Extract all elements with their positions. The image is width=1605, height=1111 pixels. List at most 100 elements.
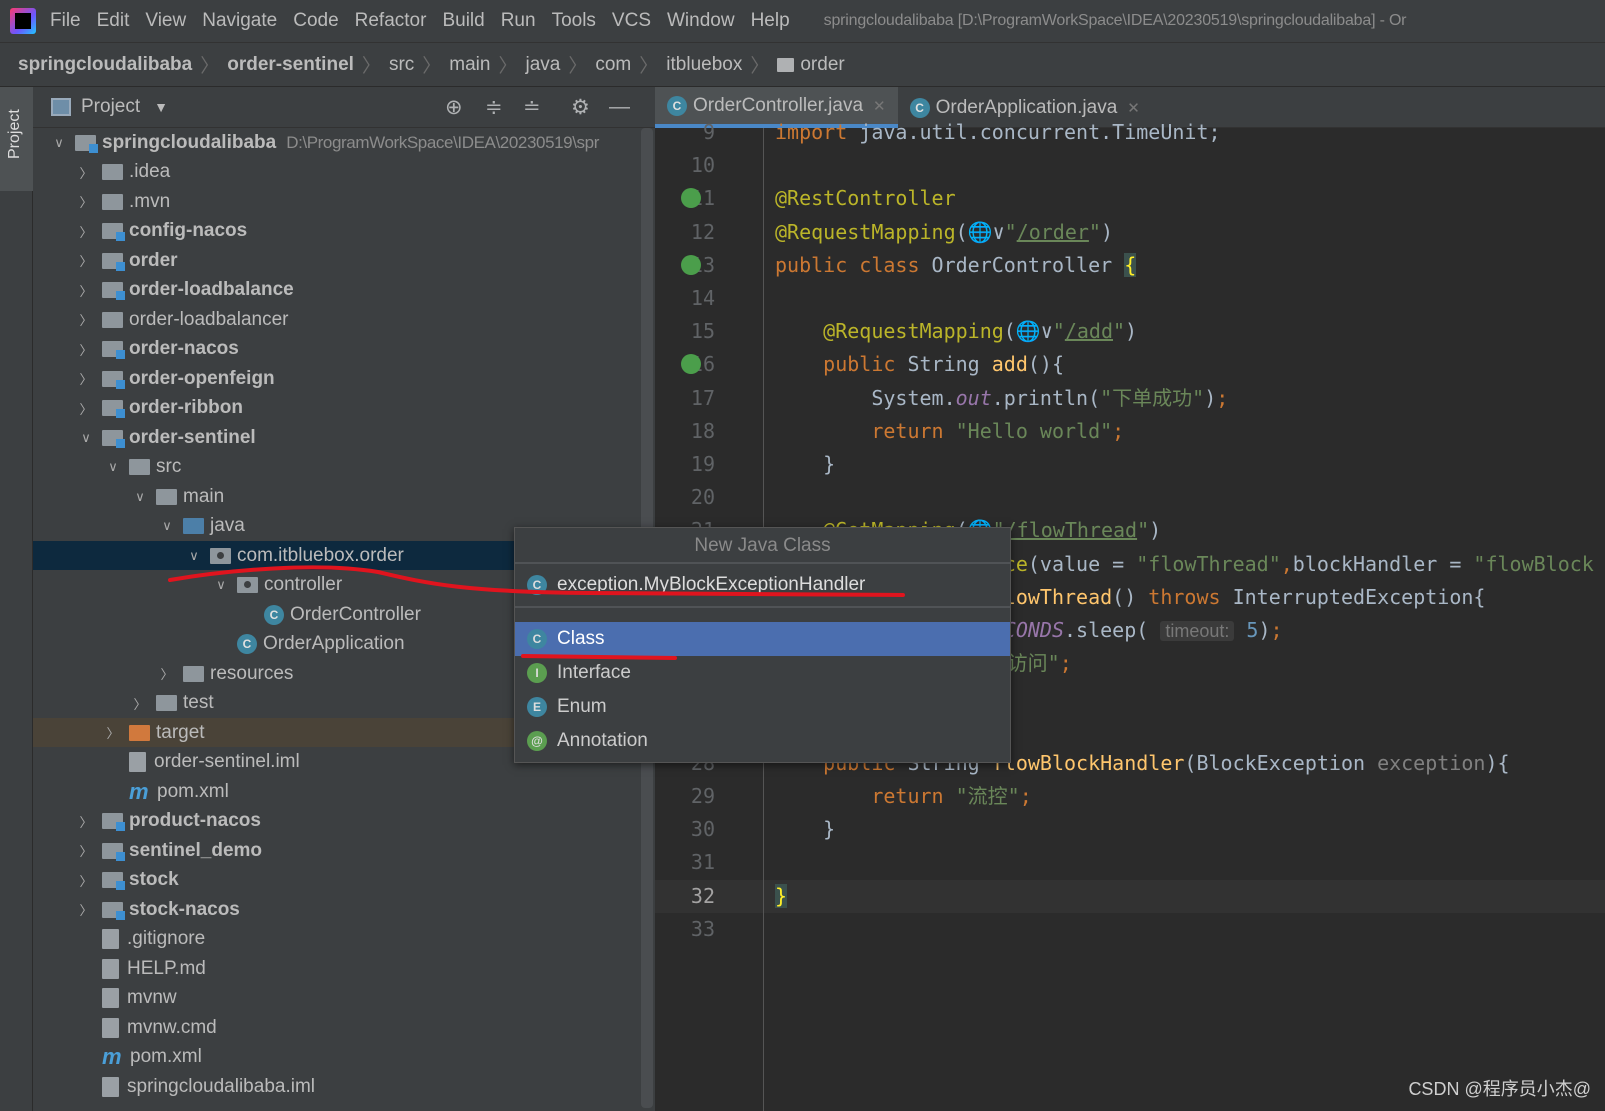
tree-item[interactable]: ∨ src <box>33 453 641 482</box>
code-line: @RestController <box>775 186 956 211</box>
tree-item[interactable]: springcloudalibaba.iml <box>33 1072 641 1101</box>
chevron-right-icon[interactable]: 〉 <box>76 399 96 418</box>
tree-item[interactable]: 〉 stock <box>33 866 641 895</box>
gear-icon[interactable]: ⚙ <box>571 95 590 120</box>
chevron-right-icon[interactable]: 〉 <box>76 369 96 388</box>
breadcrumb-item[interactable]: com <box>595 54 631 76</box>
breadcrumb-item[interactable]: main <box>449 54 490 76</box>
tree-item[interactable]: 〉 order-loadbalance <box>33 276 641 305</box>
chevron-down-icon[interactable]: ∨ <box>157 518 177 534</box>
chevron-down-icon[interactable]: ∨ <box>130 489 150 505</box>
maven-icon: m <box>102 1044 122 1069</box>
tree-item-label: target <box>156 721 205 743</box>
annotation-icon: @ <box>527 731 547 751</box>
line-number: 15 <box>690 319 715 344</box>
option-label: Interface <box>557 662 631 683</box>
breadcrumb-item[interactable]: order <box>800 54 844 76</box>
expand-all-icon[interactable]: ≑ <box>485 95 503 120</box>
code-line: return "流控"; <box>871 784 1032 808</box>
chevron-right-icon[interactable]: 〉 <box>130 694 150 713</box>
menu-file[interactable]: File <box>50 10 81 32</box>
tree-item[interactable]: mvnw <box>33 984 641 1013</box>
tree-item[interactable]: 〉 config-nacos <box>33 217 641 246</box>
breadcrumb-item[interactable]: order-sentinel <box>227 54 354 76</box>
menu-window[interactable]: Window <box>667 10 735 32</box>
chevron-right-icon[interactable]: 〉 <box>103 723 123 742</box>
project-tool-tab[interactable]: Project <box>0 87 33 191</box>
breadcrumb-item[interactable]: itbluebox <box>666 54 742 76</box>
line-number: 12 <box>690 219 715 244</box>
breadcrumb-item[interactable]: src <box>389 54 414 76</box>
menu-edit[interactable]: Edit <box>97 10 130 32</box>
line-number: 10 <box>690 153 715 178</box>
chevron-down-icon[interactable]: ∨ <box>103 459 123 475</box>
chevron-right-icon[interactable]: 〉 <box>76 841 96 860</box>
menu-tools[interactable]: Tools <box>552 10 596 32</box>
tree-item[interactable]: ∨ order-sentinel <box>33 423 641 452</box>
option-class[interactable]: C Class <box>515 622 1010 656</box>
tree-item[interactable]: 〉 order-openfeign <box>33 364 641 393</box>
class-name-input[interactable]: Cexception.MyBlockExceptionHandler <box>515 564 1010 608</box>
module-folder-icon <box>102 400 125 418</box>
chevron-right-icon[interactable]: 〉 <box>76 871 96 890</box>
tree-item[interactable]: ∨ springcloudalibaba D:\ProgramWorkSpace\I… <box>33 128 641 157</box>
tree-item[interactable]: mvnw.cmd <box>33 1013 641 1042</box>
menu-run[interactable]: Run <box>501 10 536 32</box>
file-icon <box>129 752 146 772</box>
tree-item[interactable]: 〉 order-nacos <box>33 335 641 364</box>
tree-item-label: stock <box>129 869 179 890</box>
breadcrumb-item[interactable]: springcloudalibaba <box>18 54 192 76</box>
chevron-right-icon[interactable]: 〉 <box>76 163 96 182</box>
menu-vcs[interactable]: VCS <box>612 10 651 32</box>
tree-item[interactable]: 〉 order <box>33 246 641 275</box>
chevron-right-icon[interactable]: 〉 <box>76 340 96 359</box>
collapse-all-icon[interactable]: ≐ <box>523 95 541 120</box>
chevron-right-icon[interactable]: 〉 <box>76 310 96 329</box>
chevron-right-icon[interactable]: 〉 <box>76 812 96 831</box>
tree-item-label: order-ribbon <box>129 397 243 418</box>
chevron-right-icon[interactable]: 〉 <box>76 900 96 919</box>
close-icon[interactable]: ✕ <box>1127 99 1140 117</box>
folder-icon <box>183 518 204 534</box>
tree-item[interactable]: .gitignore <box>33 925 641 954</box>
minimize-icon[interactable]: — <box>609 95 630 119</box>
chevron-down-icon[interactable]: ∨ <box>211 577 231 593</box>
tree-item-label: test <box>183 692 214 713</box>
chevron-down-icon[interactable]: ∨ <box>49 135 69 151</box>
tree-item[interactable]: 〉 .idea <box>33 158 641 187</box>
menu-code[interactable]: Code <box>293 10 338 32</box>
module-folder-icon <box>102 223 125 241</box>
option-annotation[interactable]: @ Annotation <box>515 724 1010 758</box>
project-title[interactable]: Project <box>81 96 140 118</box>
spring-bean-icon[interactable] <box>681 254 701 275</box>
breadcrumb-item[interactable]: java <box>525 54 560 76</box>
tree-item[interactable]: 〉 .mvn <box>33 187 641 216</box>
chevron-down-icon[interactable]: ∨ <box>184 548 204 564</box>
menu-build[interactable]: Build <box>442 10 484 32</box>
menu-help[interactable]: Help <box>751 10 790 32</box>
menu-refactor[interactable]: Refactor <box>355 10 427 32</box>
tree-item[interactable]: 〉 sentinel_demo <box>33 836 641 865</box>
tree-item-label: order-loadbalancer <box>129 308 289 330</box>
close-icon[interactable]: ✕ <box>873 97 886 115</box>
tree-item[interactable]: HELP.md <box>33 954 641 983</box>
tree-item[interactable]: ∨ main <box>33 482 641 511</box>
chevron-down-icon[interactable]: ∨ <box>76 430 96 446</box>
chevron-down-icon[interactable]: ▼ <box>154 99 168 115</box>
tree-item[interactable]: m pom.xml <box>33 777 641 806</box>
tree-item[interactable]: 〉 order-loadbalancer <box>33 305 641 334</box>
chevron-right-icon[interactable]: 〉 <box>76 192 96 211</box>
chevron-right-icon[interactable]: 〉 <box>76 251 96 270</box>
chevron-right-icon[interactable]: 〉 <box>76 281 96 300</box>
tree-item[interactable]: 〉 order-ribbon <box>33 394 641 423</box>
chevron-right-icon[interactable]: 〉 <box>157 664 177 683</box>
menu-navigate[interactable]: Navigate <box>202 10 277 32</box>
chevron-right-icon[interactable]: 〉 <box>76 222 96 241</box>
tree-item[interactable]: 〉 product-nacos <box>33 807 641 836</box>
tree-item[interactable]: m pom.xml <box>33 1043 641 1072</box>
locate-icon[interactable]: ⊕ <box>445 95 463 120</box>
option-enum[interactable]: E Enum <box>515 690 1010 724</box>
option-interface[interactable]: I Interface <box>515 656 1010 690</box>
menu-view[interactable]: View <box>145 10 186 32</box>
tree-item[interactable]: 〉 stock-nacos <box>33 895 641 924</box>
